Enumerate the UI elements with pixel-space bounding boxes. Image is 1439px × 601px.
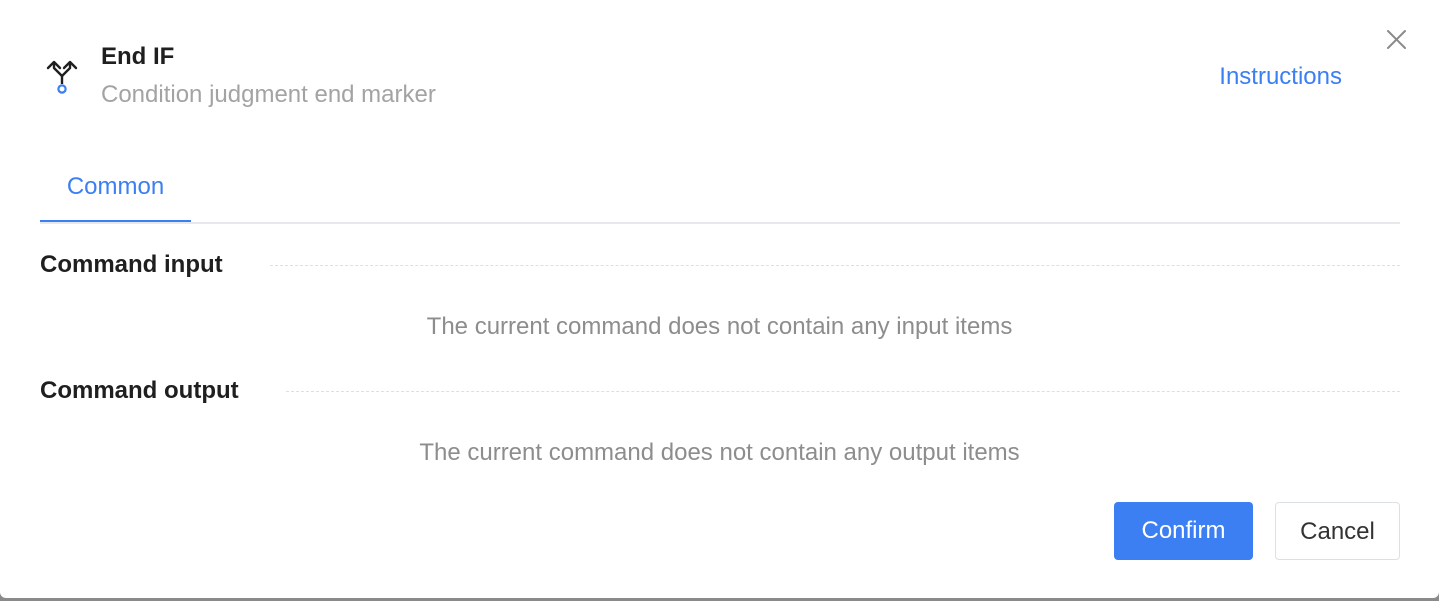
close-icon[interactable] bbox=[1380, 24, 1412, 56]
output-empty-message: The current command does not contain any… bbox=[419, 439, 1020, 466]
dialog-subtitle: Condition judgment end marker bbox=[101, 81, 436, 108]
input-empty-message: The current command does not contain any… bbox=[426, 313, 1013, 340]
dialog-title: End IF bbox=[101, 43, 175, 70]
cancel-button[interactable]: Cancel bbox=[1275, 502, 1400, 560]
command-output-heading: Command output bbox=[40, 377, 239, 404]
tab-common[interactable]: Common bbox=[40, 172, 191, 222]
command-input-heading: Command input bbox=[40, 251, 223, 278]
confirm-button[interactable]: Confirm bbox=[1114, 502, 1253, 560]
section-divider bbox=[286, 391, 1400, 392]
instructions-link[interactable]: Instructions bbox=[1219, 62, 1342, 92]
branch-merge-icon bbox=[46, 60, 78, 94]
section-divider bbox=[270, 265, 1400, 266]
tab-bar: Common bbox=[40, 150, 1400, 224]
end-if-dialog: End IF Condition judgment end marker Ins… bbox=[0, 0, 1439, 598]
